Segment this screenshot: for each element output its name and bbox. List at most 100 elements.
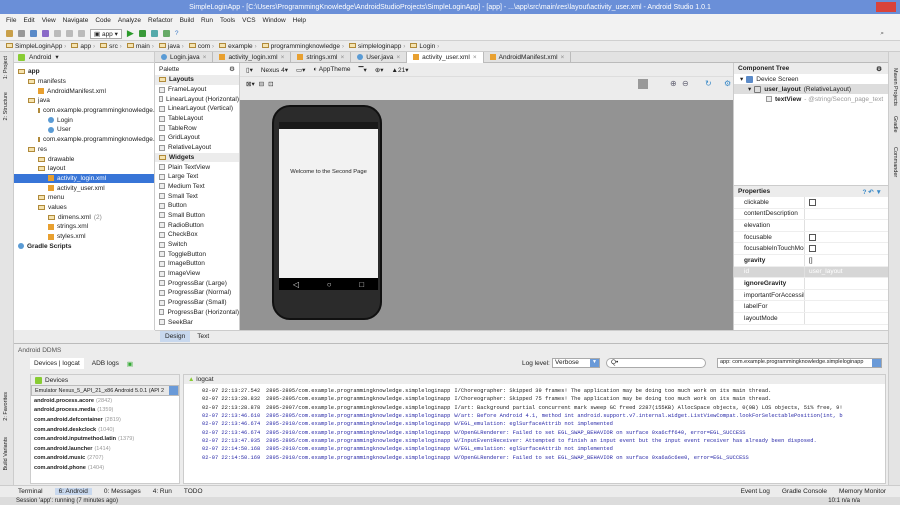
editor-tab[interactable]: AndroidManifest.xml × [484, 51, 572, 63]
palette-item[interactable]: SeekBar [155, 317, 239, 327]
property-row[interactable]: elevation [734, 220, 888, 232]
property-value[interactable]: user_layout [804, 266, 888, 278]
save-icon[interactable] [18, 30, 25, 37]
property-value[interactable] [804, 231, 888, 243]
log-line[interactable]: 02-07 22:13:46.610 2895-2895/com.example.… [202, 412, 885, 420]
activity-icon[interactable]: ▔▾ [359, 66, 367, 74]
tool-tab[interactable]: 4: Run [153, 488, 172, 495]
breadcrumb-item[interactable]: example › [219, 42, 257, 50]
property-row[interactable]: focusable [734, 231, 888, 244]
palette-item[interactable]: RelativeLayout [155, 143, 239, 153]
app-filter-select[interactable]: app: com.example.programmingknowledge.si… [717, 358, 882, 368]
palette-group[interactable]: Widgets [155, 152, 239, 163]
paste-icon[interactable] [78, 30, 85, 37]
process-item[interactable]: android.process.media (1359) [34, 406, 179, 416]
property-row[interactable]: contentDescription [734, 208, 888, 221]
tree-item[interactable]: AndroidManifest.xml [14, 86, 154, 96]
process-item[interactable]: com.android.phone (1404) [34, 463, 179, 473]
help-icon[interactable]: ? ↶ ▼ [863, 188, 882, 196]
property-row[interactable]: clickable [734, 197, 888, 209]
tab-text[interactable]: Text [192, 331, 214, 342]
log-line[interactable]: 02-07 22:13:46.674 2895-2910/com.example.… [202, 428, 885, 436]
build-variants-tool-tab[interactable]: Build Variants [3, 437, 9, 471]
process-item[interactable]: com.android.music (2707) [34, 454, 179, 464]
tree-item[interactable]: styles.xml [14, 232, 154, 242]
debug-icon[interactable] [138, 30, 146, 37]
property-row[interactable]: focusableInTouchMode [734, 243, 888, 255]
log-line[interactable]: 02-07 22:13:46.674 2895-2910/com.example.… [202, 420, 885, 428]
design-canvas[interactable]: Welcome to the Second Page ◁ ○ □ [240, 100, 733, 330]
gradle-tab[interactable]: Gradle [892, 116, 898, 133]
menu-view[interactable]: View [42, 17, 56, 24]
property-value[interactable]: [] [804, 254, 888, 266]
phone-screen[interactable]: Welcome to the Second Page [279, 129, 378, 278]
structure-tool-tab[interactable]: 2: Structure [3, 92, 9, 120]
log-line[interactable]: 02-07 22:14:50.169 2895-2910/com.example.… [202, 453, 885, 461]
editor-tab[interactable]: activity_user.xml × [407, 51, 484, 63]
tree-item[interactable]: drawable [14, 154, 154, 164]
log-line[interactable]: 02-07 22:13:28.832 2895-2895/com.example.… [202, 395, 885, 403]
maven-projects-tab[interactable]: Maven Projects [892, 68, 898, 106]
run-icon[interactable]: ▶ [127, 28, 134, 39]
settings-icon[interactable]: ⚙ [724, 79, 731, 88]
breadcrumb-item[interactable]: SimpleLoginApp › [6, 42, 66, 50]
device-icon[interactable]: ▯▾ [246, 66, 253, 74]
menu-navigate[interactable]: Navigate [63, 17, 89, 24]
tree-item[interactable]: layout [14, 164, 154, 174]
menu-code[interactable]: Code [95, 17, 111, 24]
palette-item[interactable]: ImageView [155, 269, 239, 279]
menu-edit[interactable]: Edit [23, 17, 34, 24]
property-value[interactable] [804, 243, 888, 254]
editor-tab[interactable]: strings.xml × [291, 51, 352, 63]
palette-item[interactable]: Small Text [155, 191, 239, 201]
cut-icon[interactable] [54, 30, 61, 37]
palette-item[interactable]: LinearLayout (Vertical) [155, 104, 239, 114]
breadcrumb-item[interactable]: programmingknowledge › [261, 42, 344, 50]
tree-item-textview[interactable]: textView - @string/Secon_page_text [734, 94, 888, 104]
tree-item[interactable]: activity_login.xml [14, 173, 154, 184]
process-item[interactable]: com.android.deskclock (1040) [34, 425, 179, 435]
tool-tab[interactable]: 0: Messages [104, 488, 141, 495]
settings-icon[interactable]: ⚙ [229, 65, 235, 73]
palette-item[interactable]: ToggleButton [155, 249, 239, 259]
tree-item[interactable]: menu [14, 193, 154, 203]
breadcrumb-item[interactable]: java › [158, 42, 184, 50]
property-value[interactable] [804, 312, 888, 324]
palette-item[interactable]: Large Text [155, 172, 239, 182]
property-row[interactable]: importantForAccessibility [734, 289, 888, 302]
menu-run[interactable]: Run [201, 17, 213, 24]
property-value[interactable] [804, 208, 888, 220]
palette-group[interactable]: Layouts [155, 75, 239, 85]
tool-tab[interactable]: Memory Monitor [839, 488, 886, 495]
tab-design[interactable]: Design [160, 331, 191, 342]
search-everywhere-icon[interactable]: ⌕ [880, 30, 884, 38]
zoom-out-icon[interactable]: ⊖ [682, 79, 689, 88]
palette-item[interactable]: Button [155, 201, 239, 211]
property-value[interactable] [804, 197, 888, 208]
zoom-in-icon[interactable]: ⊕ [670, 79, 677, 88]
palette-item[interactable]: ProgressBar (Normal) [155, 288, 239, 298]
refresh-icon[interactable]: ↻ [705, 79, 712, 88]
palette-item[interactable]: LinearLayout (Horizontal) [155, 94, 239, 104]
breadcrumb-item[interactable]: src › [100, 42, 122, 50]
close-tab-icon[interactable]: × [396, 54, 400, 61]
tool-tab[interactable]: Terminal [18, 488, 43, 495]
tree-item[interactable]: manifests [14, 77, 154, 87]
process-item[interactable]: android.process.acore (2842) [34, 396, 179, 406]
close-tab-icon[interactable]: × [203, 54, 207, 61]
log-line[interactable]: 02-07 22:14:50.168 2895-2910/com.example.… [202, 445, 885, 453]
tool-tab[interactable]: Gradle Console [782, 488, 827, 495]
property-value[interactable] [804, 220, 888, 231]
toggle-icon[interactable] [638, 79, 648, 89]
commander-tab[interactable]: Commander [892, 147, 898, 177]
process-item[interactable]: com.android.inputmethod.latin (1379) [34, 434, 179, 444]
tree-item[interactable]: Gradle Scripts [14, 241, 154, 251]
tree-item[interactable]: com.example.programmingknowledge. [14, 106, 155, 116]
property-row[interactable]: gravity[] [734, 254, 888, 267]
tree-item[interactable]: Login [14, 115, 154, 125]
tree-item[interactable]: activity_user.xml [14, 183, 154, 193]
logcat-search-input[interactable]: Q• [606, 358, 706, 368]
android-device-monitor-icon[interactable] [162, 30, 170, 37]
palette-item[interactable]: Medium Text [155, 182, 239, 192]
palette-item[interactable]: Switch [155, 240, 239, 250]
